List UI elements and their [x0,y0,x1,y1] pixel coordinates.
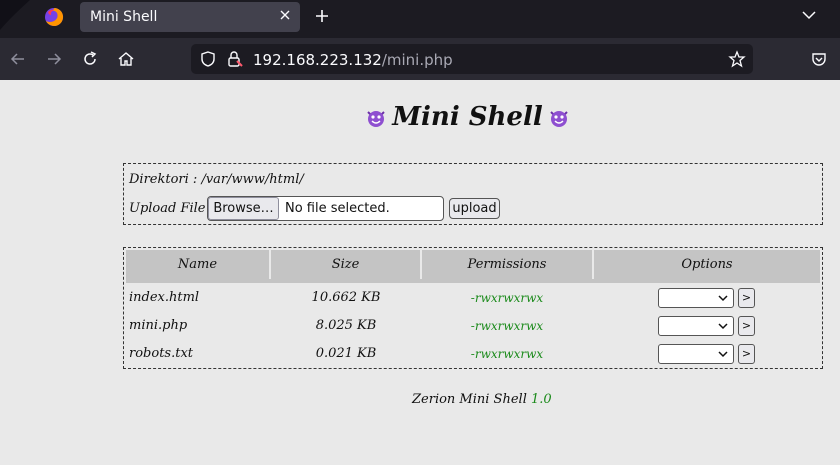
reload-icon[interactable] [81,50,99,68]
options-select[interactable] [658,344,734,364]
header-separator [126,279,820,283]
file-table: Name Size Permissions Options index.html… [123,247,823,369]
footer: Zerion Mini Shell 1.0 [412,392,552,407]
file-input[interactable]: Browse… No file selected. [207,196,444,221]
page-title: Mini Shell [392,102,543,132]
browse-button[interactable]: Browse… [208,197,279,220]
tab-corner-decoration [0,0,30,30]
active-tab[interactable]: Mini Shell [80,2,300,32]
chevron-down-icon[interactable] [802,10,816,20]
devil-icon [550,111,568,127]
lock-warning-icon[interactable] [226,50,244,68]
file-name[interactable]: robots.txt [129,346,193,361]
back-arrow-icon[interactable] [9,50,27,68]
go-button[interactable]: > [738,316,755,336]
header-size: Size [271,250,420,279]
page-content: Mini Shell Direktori : /var/www/html/ Up… [0,80,840,465]
home-icon[interactable] [117,50,135,68]
directory-label: Direktori : [129,172,198,187]
directory-row: Direktori : /var/www/html/ [129,172,304,187]
upload-label: Upload File : [129,201,215,216]
file-permissions[interactable]: -rwxrwxrwx [422,347,592,361]
go-button[interactable]: > [738,288,755,308]
shield-icon[interactable] [199,50,217,68]
url-host: 192.168.223.132 [253,51,382,69]
file-permissions[interactable]: -rwxrwxrwx [422,291,592,305]
info-panel: Direktori : /var/www/html/ Upload File :… [123,163,823,225]
file-name[interactable]: index.html [129,290,199,305]
footer-text: Zerion Mini Shell [412,392,527,407]
go-button[interactable]: > [738,344,755,364]
navigation-bar: 192.168.223.132/mini.php [0,38,840,80]
url-text[interactable]: 192.168.223.132/mini.php [253,51,453,69]
pocket-icon[interactable] [810,50,828,68]
options-select[interactable] [658,288,734,308]
page-title-row: Mini Shell [0,102,840,132]
directory-path[interactable]: /var/www/html/ [201,172,303,187]
file-size: 10.662 KB [311,290,381,305]
header-name: Name [126,250,269,279]
file-size: 8.025 KB [315,318,377,333]
options-select[interactable] [658,316,734,336]
chevron-down-icon [718,351,728,358]
star-icon[interactable] [728,50,746,68]
close-icon[interactable] [278,8,292,22]
file-size: 0.021 KB [315,346,377,361]
header-permissions: Permissions [422,250,592,279]
chevron-down-icon [718,295,728,302]
devil-icon [367,111,385,127]
plus-icon[interactable] [314,8,330,24]
chevron-down-icon [718,323,728,330]
file-permissions[interactable]: -rwxrwxrwx [422,319,592,333]
tab-title: Mini Shell [90,9,158,25]
upload-button[interactable]: upload [449,198,500,219]
no-file-text: No file selected. [285,201,390,216]
file-name[interactable]: mini.php [129,318,187,333]
url-path: /mini.php [381,51,453,69]
forward-arrow-icon[interactable] [45,50,63,68]
header-options: Options [594,250,820,279]
tab-bar: Mini Shell [0,0,840,38]
firefox-icon[interactable] [44,7,64,27]
footer-version: 1.0 [531,392,552,407]
url-bar[interactable]: 192.168.223.132/mini.php [191,44,753,74]
